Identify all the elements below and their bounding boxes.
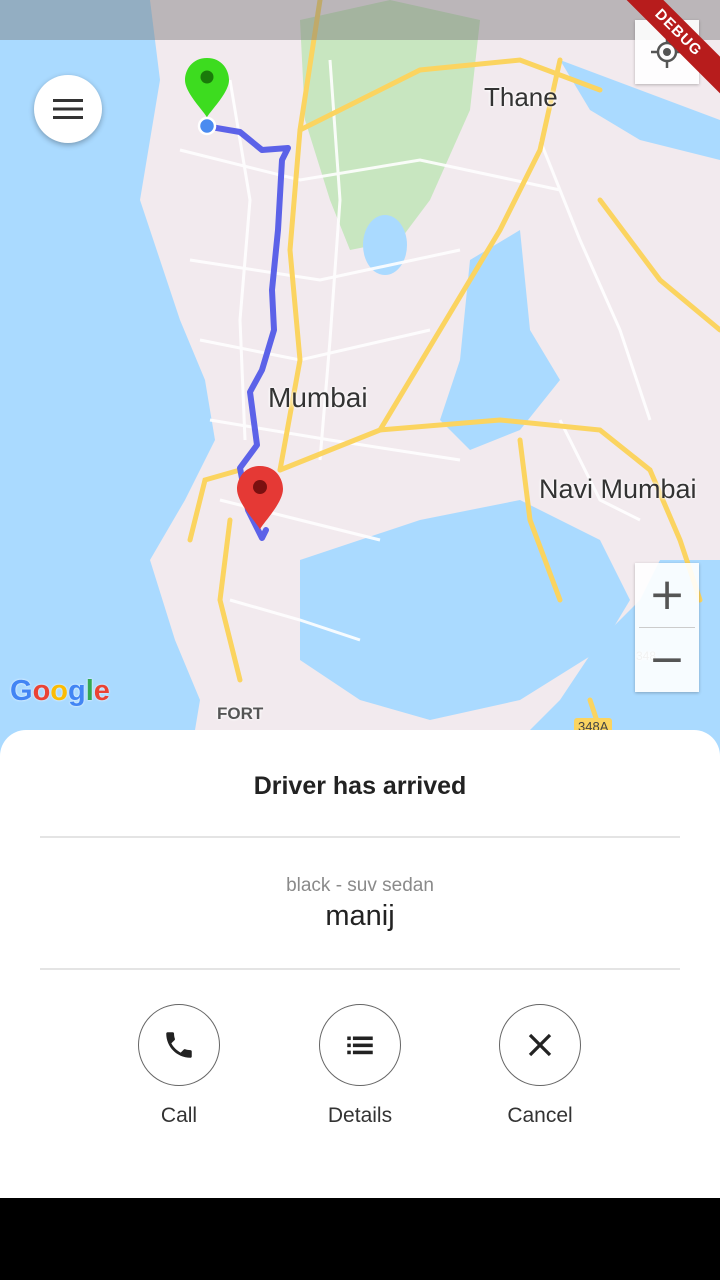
google-logo: Google — [10, 675, 110, 708]
zoom-controls: + − — [635, 563, 699, 692]
driver-name: manij — [325, 900, 395, 932]
google-logo-letter: G — [10, 675, 33, 707]
divider — [40, 968, 680, 970]
call-label: Call — [160, 1104, 198, 1127]
google-logo-letter: g — [68, 675, 86, 707]
google-logo-letter: e — [93, 675, 110, 707]
close-icon — [528, 1033, 552, 1057]
google-logo-letter: l — [85, 675, 94, 707]
system-nav-bar — [0, 1198, 720, 1280]
cancel-circle[interactable] — [499, 1004, 581, 1086]
cancel-button[interactable]: Cancel — [450, 1004, 630, 1128]
zoom-out-button[interactable]: − — [635, 628, 699, 692]
google-logo-letter: o — [50, 675, 68, 707]
zoom-in-button[interactable]: + — [635, 563, 699, 627]
map-label-mumbai: Mumbai — [268, 382, 368, 413]
list-icon — [347, 1036, 373, 1055]
map-label-navi-mumbai: Navi Mumbai — [539, 474, 697, 504]
details-circle[interactable] — [319, 1004, 401, 1086]
status-title: Driver has arrived — [253, 772, 467, 800]
details-label: Details — [327, 1104, 393, 1127]
cancel-label: Cancel — [507, 1104, 573, 1127]
vehicle-description: black - suv sedan — [286, 875, 434, 896]
details-button[interactable]: Details — [270, 1004, 450, 1128]
map-view[interactable]: Thane Mumbai Navi Mumbai FORT 348 348A G… — [0, 0, 720, 760]
hamburger-icon — [53, 99, 83, 119]
map-label-fort: FORT — [217, 704, 264, 723]
call-button[interactable]: Call — [89, 1004, 269, 1128]
divider — [40, 836, 680, 838]
google-logo-letter: o — [32, 675, 51, 707]
ride-status-sheet: Driver has arrived black - suv sedan man… — [0, 730, 720, 1198]
map-label-thane: Thane — [484, 82, 558, 112]
status-bar — [0, 0, 720, 40]
call-circle[interactable] — [138, 1004, 220, 1086]
phone-icon — [166, 1032, 192, 1058]
menu-button[interactable] — [34, 75, 102, 143]
map-tiles — [0, 0, 720, 760]
